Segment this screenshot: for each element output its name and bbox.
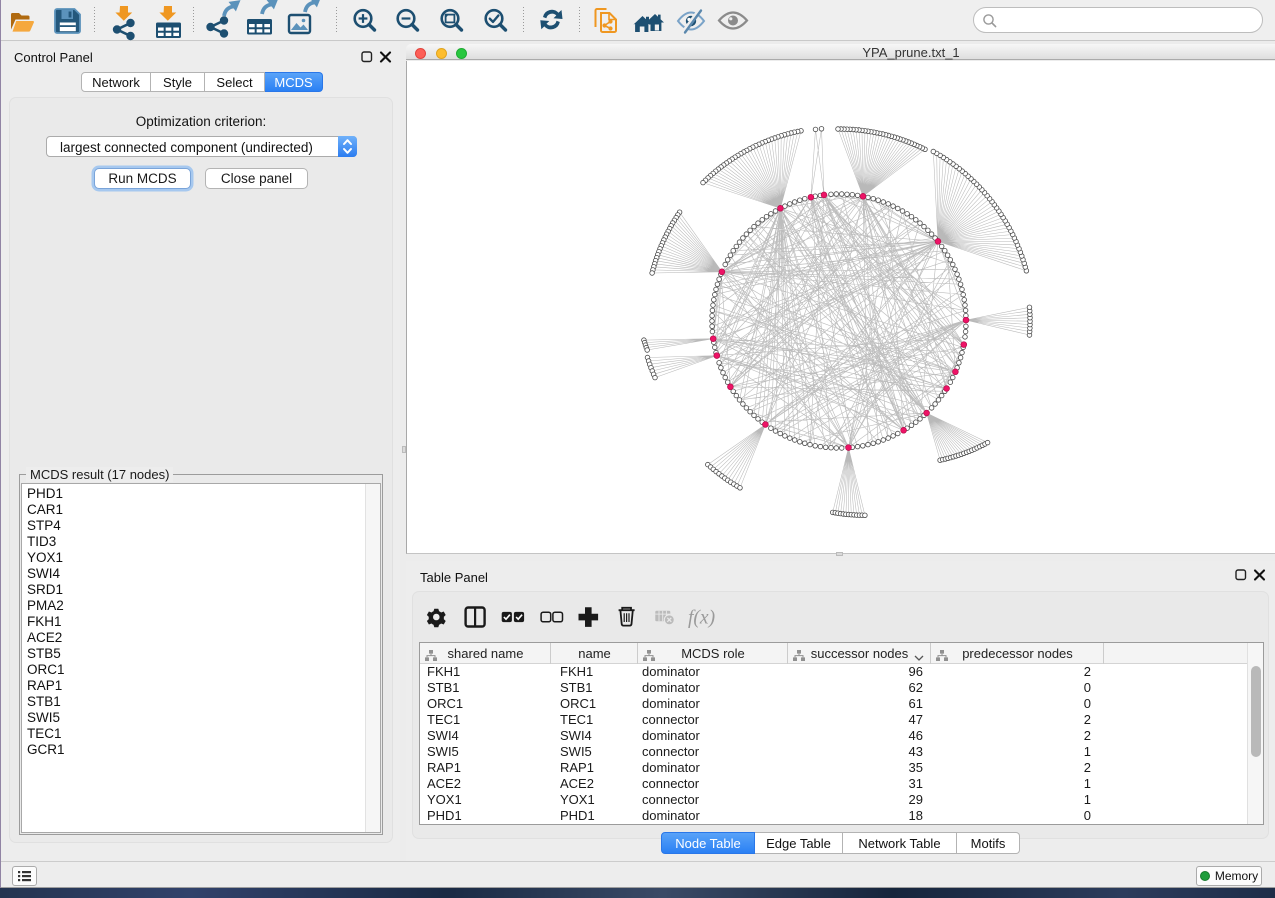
svg-text:f(x): f(x)	[688, 608, 715, 629]
